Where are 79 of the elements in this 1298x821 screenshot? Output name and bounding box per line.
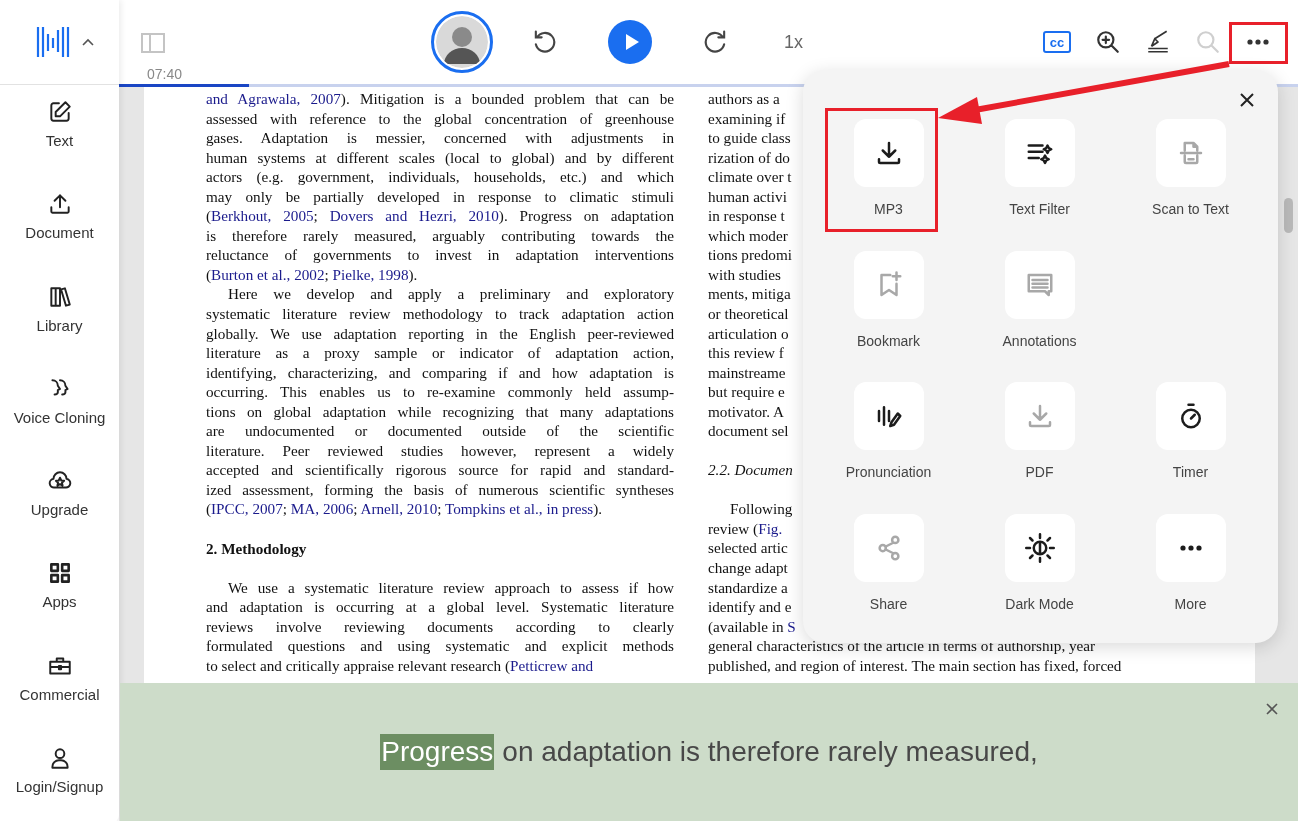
text-line: examining if [708,108,786,129]
citation-link[interactable]: Tompkins et al., in press [445,500,594,518]
text-line: with studies [708,264,781,285]
menu-tile[interactable] [853,119,924,187]
captions-button[interactable]: cc [1043,31,1071,53]
citation-link[interactable]: and Agrawala, 2007 [206,90,341,107]
sun-icon [1024,532,1055,563]
menu-tile[interactable] [1155,382,1226,450]
text-line: climate over t [708,167,792,187]
text-line: tions predomi [708,245,792,265]
text-line: Following [729,499,793,519]
elapsed-time: 07:40 [147,66,183,82]
citation-link[interactable]: Fig. [758,519,783,537]
menu-item-label[interactable]: Dark Mode [1005,595,1074,612]
play-icon [624,33,641,51]
sidebar-item[interactable]: Voice Cloning [13,408,106,426]
citation-link[interactable]: S [787,617,796,635]
text-line: rization of do [708,147,790,168]
text-line: motivator. A [708,401,784,422]
citation-link[interactable]: Burton et al., 2002 [211,265,325,283]
text-line: this review f [708,343,784,363]
text-line: change adapt [708,558,788,578]
citation-link[interactable]: Berkhout, 2005 [211,207,314,225]
text-line: review (Fig. [708,518,783,539]
text-line: document sel [708,421,789,441]
caption-text: on adaptation is therefore rarely measured, [502,736,1038,768]
text-line: in response t [708,206,785,226]
sidebar-item[interactable]: Commercial [19,685,100,703]
text-line: or theoretical [708,304,789,324]
speed-button[interactable]: 1x [784,31,804,53]
text-line: standardize a [708,577,788,598]
highlighter-icon[interactable] [1145,29,1171,55]
menu-tile[interactable] [1004,119,1075,187]
current-word: Progress [380,734,495,770]
text-line: mainstreame [708,362,786,383]
sidebar-item[interactable]: Login/Signup [15,778,104,796]
text-line: to guide class [708,128,791,148]
text-line: articulation o [708,323,789,344]
citation-link[interactable]: Petticrew and [510,656,594,674]
section-heading: 2. Methodology [206,538,308,559]
menu-item-label[interactable]: More [1174,595,1207,612]
menu-item-label[interactable]: Timer [1172,464,1209,480]
citation-link[interactable]: IPCC, 2007 [211,500,283,518]
play-button[interactable] [608,20,653,64]
paragraph: We use a systematic literature review approach to assess if how and adaptation is occurring at a global level. Systematic literature reviews involve reviewing documents according to clearly formulated questions and using systematic and explicit methods to select and critically appraise relevant research (Petticrew and [206,577,674,676]
sidebar-toggle-icon[interactable] [140,31,166,55]
citation-link[interactable]: Arnell, 2010 [360,500,438,518]
dots-icon [1178,543,1203,552]
sidebar-item[interactable]: Text [45,132,74,149]
paragraph: Here we develop and apply a preliminary and exploratory systematic literature review methodology to track adaptation action globally. We use adaptation reporting in the English peer-reviewed literature as a proxy sample or indicator of adaptation action, identifying, characterizing, and comparing if and how adaptation is occurring. This enables us to re-examine commonly held assump- tions on global adaptation while recognizing that many adaptations are undocumented or documented outside of the scientific literature. Peer reviewed studies however, represent a widely accepted and scientifically rigorous source for rapid and standard- ized assessment, forming the basis of numerous scientific syntheses (IPCC, 2007; MA, 2006; Arnell, 2010; Tompkins et al., in press). [206,284,674,520]
text-line: identify and e [708,597,792,617]
text-line: published, and region of interest. The main section has fixed, forced [708,655,1122,676]
menu-item-label[interactable]: Pronunciation [845,464,932,480]
citation-link[interactable]: MA, 2006 [290,500,354,518]
text-line: selected artic [708,538,788,559]
scrollbar[interactable] [1284,198,1293,233]
paragraph: and Agrawala, 2007). Mitigation is a bounded problem that can be assessed with reference to the global concentration of greenhouse gases. Adaptation is messier, concerned with adjustments in human systems at different scales (local to global) and by different actors (e.g. government, individuals, households, etc.) and which may only be partially developed in response to climatic stimuli (Berkhout, 2005; Dovers and Hezri, 2010). Progress on adaptation is therefore rarely measured, arguably contributing towards the reluctance of governments to invest in adaptation interventions (Burton et al., 2002; Pielke, 1998). [206,89,674,285]
sidebar-item[interactable]: Document [25,224,94,242]
sidebar-item[interactable]: Upgrade [30,501,89,519]
menu-tile[interactable] [1004,513,1075,582]
citation-link[interactable]: Dovers and Hezri, 2010 [329,207,499,225]
caret-icon[interactable] [80,37,95,47]
sidebar-item[interactable]: Library [36,316,83,334]
menu-tile[interactable] [1155,513,1226,582]
text-line: ments, mitiga [708,284,791,304]
text-line: (available in S [708,616,796,637]
text-line: which moder [708,225,788,246]
waveform-logo-icon[interactable] [34,24,71,60]
text-line: authors as a [708,89,780,109]
close-icon[interactable] [1239,92,1255,108]
menu-item-label[interactable]: Text Filter [1009,201,1070,217]
menu-item-label[interactable]: MP3 [874,201,903,217]
menu-tile[interactable] [853,382,924,450]
text-line: but require e [708,382,785,402]
citation-link[interactable]: Pielke, 1998 [332,265,409,283]
sidebar-item[interactable]: Apps [42,593,77,611]
zoom-in-icon[interactable] [1095,29,1121,55]
section-heading: 2.2. Documen [708,460,793,480]
text-line: human activi [708,186,787,207]
